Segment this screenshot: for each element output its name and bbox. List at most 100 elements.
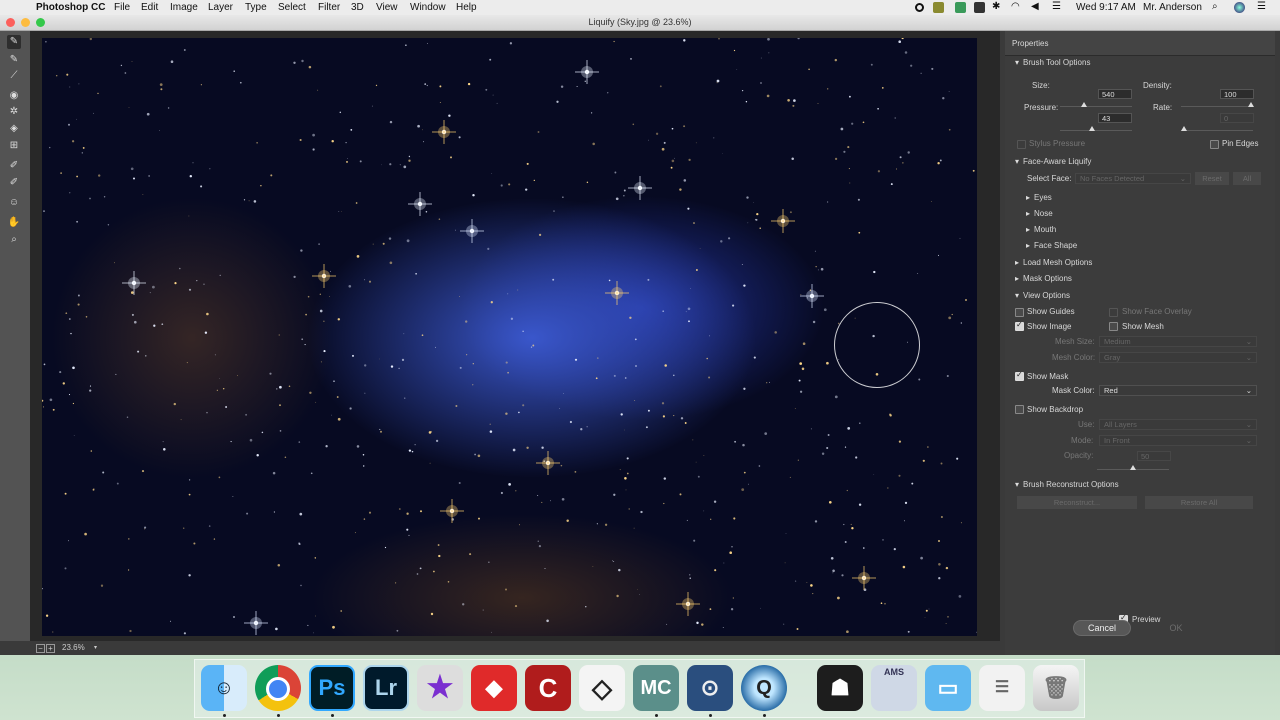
face-tool-icon[interactable]: ☺ [7, 196, 21, 210]
siri-icon[interactable] [1234, 2, 1245, 13]
rate-field[interactable]: 0 [1220, 113, 1254, 123]
subsection-face-shape[interactable]: ▸ Face Shape [1026, 241, 1077, 250]
document-stack-icon[interactable]: ☰ [979, 665, 1025, 711]
rate-slider-thumb[interactable] [1181, 126, 1187, 131]
mesh-size-dropdown[interactable]: Medium ⌄ [1099, 336, 1257, 347]
section-face-aware-liquify[interactable]: ▾ Face-Aware Liquify [1015, 157, 1091, 166]
menu-3d[interactable]: 3D [351, 0, 364, 15]
bluetooth-icon[interactable]: ✱ [992, 1, 1003, 12]
zoom-dropdown-chevron-icon[interactable]: ▾ [94, 641, 97, 655]
menu-file[interactable]: File [114, 0, 130, 15]
rate-slider[interactable] [1181, 126, 1253, 131]
subsection-mouth[interactable]: ▸ Mouth [1026, 225, 1056, 234]
freeze-mask-tool-icon[interactable]: ✐ [7, 159, 21, 173]
ok-button[interactable]: OK [1147, 620, 1205, 636]
subsection-nose[interactable]: ▸ Nose [1026, 209, 1053, 218]
mask-color-dropdown[interactable]: Red ⌄ [1099, 385, 1257, 396]
record-icon[interactable] [915, 3, 924, 12]
opacity-field[interactable]: 50 [1137, 451, 1171, 461]
pressure-slider-thumb[interactable] [1089, 126, 1095, 131]
menu-help[interactable]: Help [456, 0, 477, 15]
chrome-icon[interactable] [255, 665, 301, 711]
lightroom-icon[interactable]: Lr [363, 665, 409, 711]
canvas-area[interactable] [30, 31, 1000, 641]
cura-icon[interactable]: C [525, 665, 571, 711]
zoom-tool-icon[interactable]: ⌕ [7, 233, 21, 247]
show-mesh-checkbox[interactable] [1109, 322, 1118, 331]
menu-type[interactable]: Type [245, 0, 267, 15]
restore-all-button[interactable]: Restore All [1145, 496, 1253, 509]
stylus-pressure-checkbox[interactable] [1017, 140, 1026, 149]
minimize-window-icon[interactable] [21, 18, 30, 27]
mesh-color-dropdown[interactable]: Gray ⌄ [1099, 352, 1257, 363]
imovie-star-icon[interactable]: ★ [417, 665, 463, 711]
cancel-button[interactable]: Cancel [1073, 620, 1131, 636]
thaw-mask-tool-icon[interactable]: ✐ [7, 176, 21, 190]
show-face-overlay-checkbox[interactable] [1109, 308, 1118, 317]
trash-icon[interactable]: 🗑 [1033, 665, 1079, 711]
section-load-mesh-options[interactable]: ▸ Load Mesh Options [1015, 258, 1092, 267]
pressure-slider[interactable] [1060, 126, 1132, 131]
bloat-tool-icon[interactable]: ◈ [7, 122, 21, 136]
pressure-field[interactable]: 43 [1098, 113, 1132, 123]
density-slider[interactable] [1181, 102, 1254, 107]
user-name[interactable]: Mr. Anderson [1143, 0, 1202, 15]
size-slider[interactable] [1060, 102, 1132, 107]
smooth-tool-icon[interactable]: ⟋ [7, 69, 21, 83]
reconstruct-button[interactable]: Reconstruct... [1017, 496, 1137, 509]
opacity-slider-thumb[interactable] [1130, 465, 1136, 470]
tray-app-icon[interactable] [933, 2, 944, 13]
image-capture-icon[interactable]: ⊙ [687, 665, 733, 711]
section-mask-options[interactable]: ▸ Mask Options [1015, 274, 1072, 283]
subsection-eyes[interactable]: ▸ Eyes [1026, 193, 1052, 202]
menu-view[interactable]: View [376, 0, 398, 15]
spotlight-search-icon[interactable]: ⌕ [1212, 1, 1223, 12]
density-slider-thumb[interactable] [1248, 102, 1254, 107]
pin-edges-checkbox[interactable] [1210, 140, 1219, 149]
notification-center-icon[interactable]: ☰ [1257, 1, 1268, 12]
mode-dropdown[interactable]: In Front ⌄ [1099, 435, 1257, 446]
clock[interactable]: Wed 9:17 AM [1076, 0, 1136, 15]
opacity-slider[interactable] [1097, 465, 1169, 470]
size-slider-thumb[interactable] [1081, 102, 1087, 107]
hand-tool-icon[interactable]: ✋ [7, 216, 21, 230]
select-face-dropdown[interactable]: No Faces Detected ⌄ [1075, 173, 1191, 184]
show-backdrop-checkbox[interactable] [1015, 405, 1024, 414]
reconstruct-tool-icon[interactable]: ✎ [7, 53, 21, 67]
zoom-window-icon[interactable] [36, 18, 45, 27]
section-view-options[interactable]: ▾ View Options [1015, 291, 1070, 300]
menu-edit[interactable]: Edit [141, 0, 158, 15]
user-folder-icon[interactable]: ☗ [817, 665, 863, 711]
tray-app-icon-2[interactable] [955, 2, 966, 13]
mc-app-icon[interactable]: MC [633, 665, 679, 711]
twirl-clockwise-tool-icon[interactable]: ◉ [7, 89, 21, 103]
section-brush-tool-options[interactable]: ▾ Brush Tool Options [1015, 58, 1090, 67]
quicktime-icon[interactable]: Q [741, 665, 787, 711]
push-left-tool-icon[interactable]: ⊞ [7, 139, 21, 153]
use-dropdown[interactable]: All Layers ⌄ [1099, 419, 1257, 430]
menu-image[interactable]: Image [170, 0, 198, 15]
reset-face-button[interactable]: Reset [1195, 172, 1229, 185]
menu-select[interactable]: Select [278, 0, 306, 15]
all-faces-button[interactable]: All [1233, 172, 1261, 185]
zoom-in-icon[interactable]: + [46, 644, 55, 653]
folder-icon[interactable]: ▭ [925, 665, 971, 711]
show-image-checkbox[interactable] [1015, 320, 1024, 331]
tray-app-icon-3[interactable] [974, 2, 985, 13]
app-menu[interactable]: Photoshop CC [36, 0, 105, 15]
zoom-out-icon[interactable]: − [36, 644, 45, 653]
photoshop-icon[interactable]: Ps [309, 665, 355, 711]
unity-icon[interactable]: ◇ [579, 665, 625, 711]
zoom-level[interactable]: 23.6% [62, 641, 85, 655]
volume-icon[interactable]: ◀ [1031, 1, 1042, 12]
sky-image-canvas[interactable] [42, 38, 977, 636]
menu-window[interactable]: Window [410, 0, 446, 15]
show-guides-checkbox[interactable] [1015, 308, 1024, 317]
ams-document-icon[interactable]: AMS [871, 665, 917, 711]
pucker-tool-icon[interactable]: ✲ [7, 105, 21, 119]
size-field[interactable]: 540 [1098, 89, 1132, 99]
sketchup-icon[interactable]: ◆ [471, 665, 517, 711]
finder-icon[interactable]: ☺ [201, 665, 247, 711]
close-window-icon[interactable] [6, 18, 15, 27]
menu-layer[interactable]: Layer [208, 0, 233, 15]
